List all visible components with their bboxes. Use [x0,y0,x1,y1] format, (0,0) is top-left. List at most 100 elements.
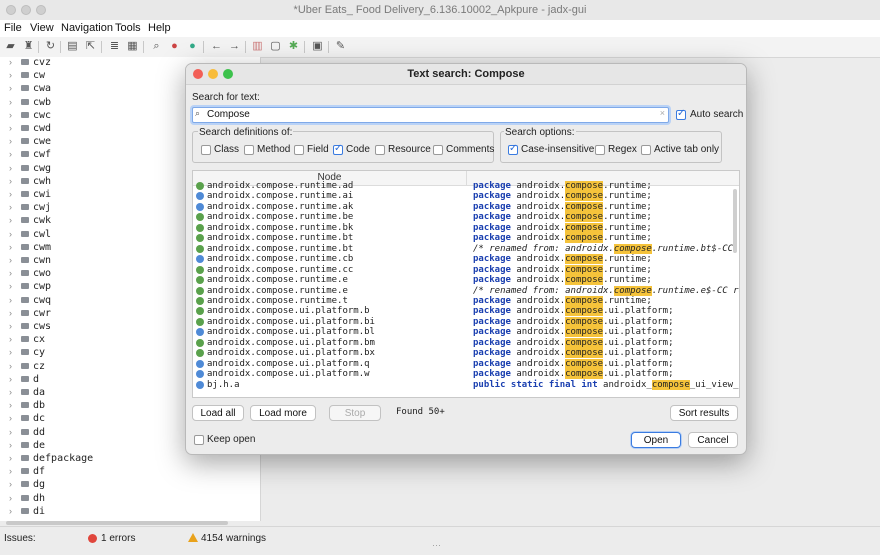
result-row[interactable]: androidx.compose.ui.platform.bl package a… [193,327,733,338]
chevron-right-icon[interactable]: › [9,267,12,280]
regex-checkbox[interactable] [595,145,605,155]
result-row[interactable]: androidx.compose.ui.platform.bi package a… [193,316,733,327]
result-row[interactable]: androidx.compose.runtime.bk package andro… [193,222,733,233]
chevron-right-icon[interactable]: › [9,386,12,399]
menu-file[interactable]: File [4,22,22,34]
chevron-right-icon[interactable]: › [9,109,12,122]
log-icon[interactable]: ▥ [251,40,264,53]
resource-checkbox[interactable] [375,145,385,155]
code-checkbox[interactable] [333,143,343,155]
chevron-right-icon[interactable]: › [9,96,12,109]
result-row[interactable]: androidx.compose.runtime.bt /* renamed fr… [193,243,739,254]
search-icon[interactable]: ⌕ [150,40,163,53]
preferences-icon[interactable]: ▢ [269,40,282,53]
result-row[interactable]: androidx.compose.ui.platform.q package an… [193,358,733,369]
result-row[interactable]: androidx.compose.runtime.ad package andro… [193,181,733,191]
export-icon[interactable]: ⇱ [84,40,97,53]
search-usage-icon[interactable]: ● [186,40,199,53]
results-table[interactable]: Node androidx.compose.runtime.ad package … [192,170,740,398]
active-tab-only-checkbox[interactable] [641,145,651,155]
result-row[interactable]: androidx.compose.runtime.bt package andro… [193,233,733,244]
chevron-right-icon[interactable]: › [9,188,12,201]
chevron-right-icon[interactable]: › [9,333,12,346]
search-class-icon[interactable]: ● [168,40,181,53]
search-input[interactable]: ⌕ Compose × [192,107,669,123]
chevron-right-icon[interactable]: › [9,241,12,254]
result-row[interactable]: androidx.compose.runtime.t package androi… [193,295,733,306]
open-folder-icon[interactable]: ▰ [4,40,17,53]
chevron-right-icon[interactable]: › [9,57,12,69]
chevron-right-icon[interactable]: › [9,320,12,333]
warnings-count[interactable]: 4154 warnings [201,533,266,544]
menu-help[interactable]: Help [148,22,171,34]
chevron-right-icon[interactable]: › [9,148,12,161]
stop-button[interactable]: Stop [329,405,381,421]
chevron-right-icon[interactable]: › [9,439,12,452]
chevron-right-icon[interactable]: › [9,135,12,148]
chevron-right-icon[interactable]: › [9,399,12,412]
result-row[interactable]: androidx.compose.runtime.cb package andro… [193,254,733,265]
sync-icon[interactable]: ↻ [44,40,57,53]
open-button[interactable]: Open [631,432,681,448]
chevron-right-icon[interactable]: › [9,346,12,359]
chevron-right-icon[interactable]: › [9,254,12,267]
forward-icon[interactable]: → [228,40,241,53]
chevron-right-icon[interactable]: › [9,162,12,175]
result-row[interactable]: androidx.compose.ui.platform.bx package a… [193,348,733,359]
tree-item[interactable]: › dg [0,478,258,491]
chevron-right-icon[interactable]: › [9,280,12,293]
chevron-right-icon[interactable]: › [9,228,12,241]
tree-item[interactable]: › dh [0,492,258,505]
chevron-right-icon[interactable]: › [9,492,12,505]
chevron-right-icon[interactable]: › [9,69,12,82]
chevron-right-icon[interactable]: › [9,360,12,373]
chevron-right-icon[interactable]: › [9,82,12,95]
save-icon[interactable]: ▤ [66,40,79,53]
resize-handle[interactable]: ··· [432,540,441,550]
chevron-right-icon[interactable]: › [9,452,12,465]
sort-results-button[interactable]: Sort results [670,405,738,421]
save-all-icon[interactable]: ♜ [22,40,35,53]
chevron-right-icon[interactable]: › [9,175,12,188]
back-icon[interactable]: ← [210,40,223,53]
chevron-right-icon[interactable]: › [9,412,12,425]
menu-view[interactable]: View [30,22,54,34]
tree-item[interactable]: › df [0,465,258,478]
menu-navigation[interactable]: Navigation [61,22,113,34]
chevron-right-icon[interactable]: › [9,465,12,478]
cancel-button[interactable]: Cancel [688,432,738,448]
menu-tools[interactable]: Tools [115,22,141,34]
clear-icon[interactable]: × [660,108,665,118]
result-row[interactable]: androidx.compose.ui.platform.bm package a… [193,337,733,348]
result-row[interactable]: androidx.compose.runtime.e package androi… [193,275,733,286]
tree-horizontal-scrollbar[interactable] [6,521,228,525]
load-more-button[interactable]: Load more [250,405,316,421]
result-row[interactable]: androidx.compose.runtime.e /* renamed fro… [193,285,739,296]
chevron-right-icon[interactable]: › [9,122,12,135]
tree-item[interactable]: › di [0,505,258,518]
keep-open-checkbox[interactable] [194,435,204,445]
case-insensitive-checkbox[interactable] [508,143,518,155]
errors-count[interactable]: 1 errors [101,533,135,544]
chevron-right-icon[interactable]: › [9,426,12,439]
load-all-button[interactable]: Load all [192,405,244,421]
debug-icon[interactable]: ✱ [287,40,300,53]
result-row[interactable]: androidx.compose.runtime.be package andro… [193,212,733,223]
method-checkbox[interactable] [244,145,254,155]
quark-icon[interactable]: ▣ [311,40,324,53]
comments-checkbox[interactable] [433,145,443,155]
settings-icon[interactable]: ✎ [334,40,347,53]
class-checkbox[interactable] [201,145,211,155]
chevron-right-icon[interactable]: › [9,505,12,518]
field-checkbox[interactable] [294,145,304,155]
deobfuscate-icon[interactable]: ▦ [126,40,139,53]
chevron-right-icon[interactable]: › [9,214,12,227]
chevron-right-icon[interactable]: › [9,201,12,214]
result-row[interactable]: androidx.compose.ui.platform.b package an… [193,306,733,317]
result-row[interactable]: androidx.compose.runtime.ak package andro… [193,201,733,212]
result-row[interactable]: bj.h.a public static final int androidx_c… [193,379,739,390]
result-row[interactable]: androidx.compose.runtime.cc package andro… [193,264,733,275]
chevron-right-icon[interactable]: › [9,373,12,386]
chevron-right-icon[interactable]: › [9,478,12,491]
auto-search-checkbox[interactable] [676,108,686,120]
